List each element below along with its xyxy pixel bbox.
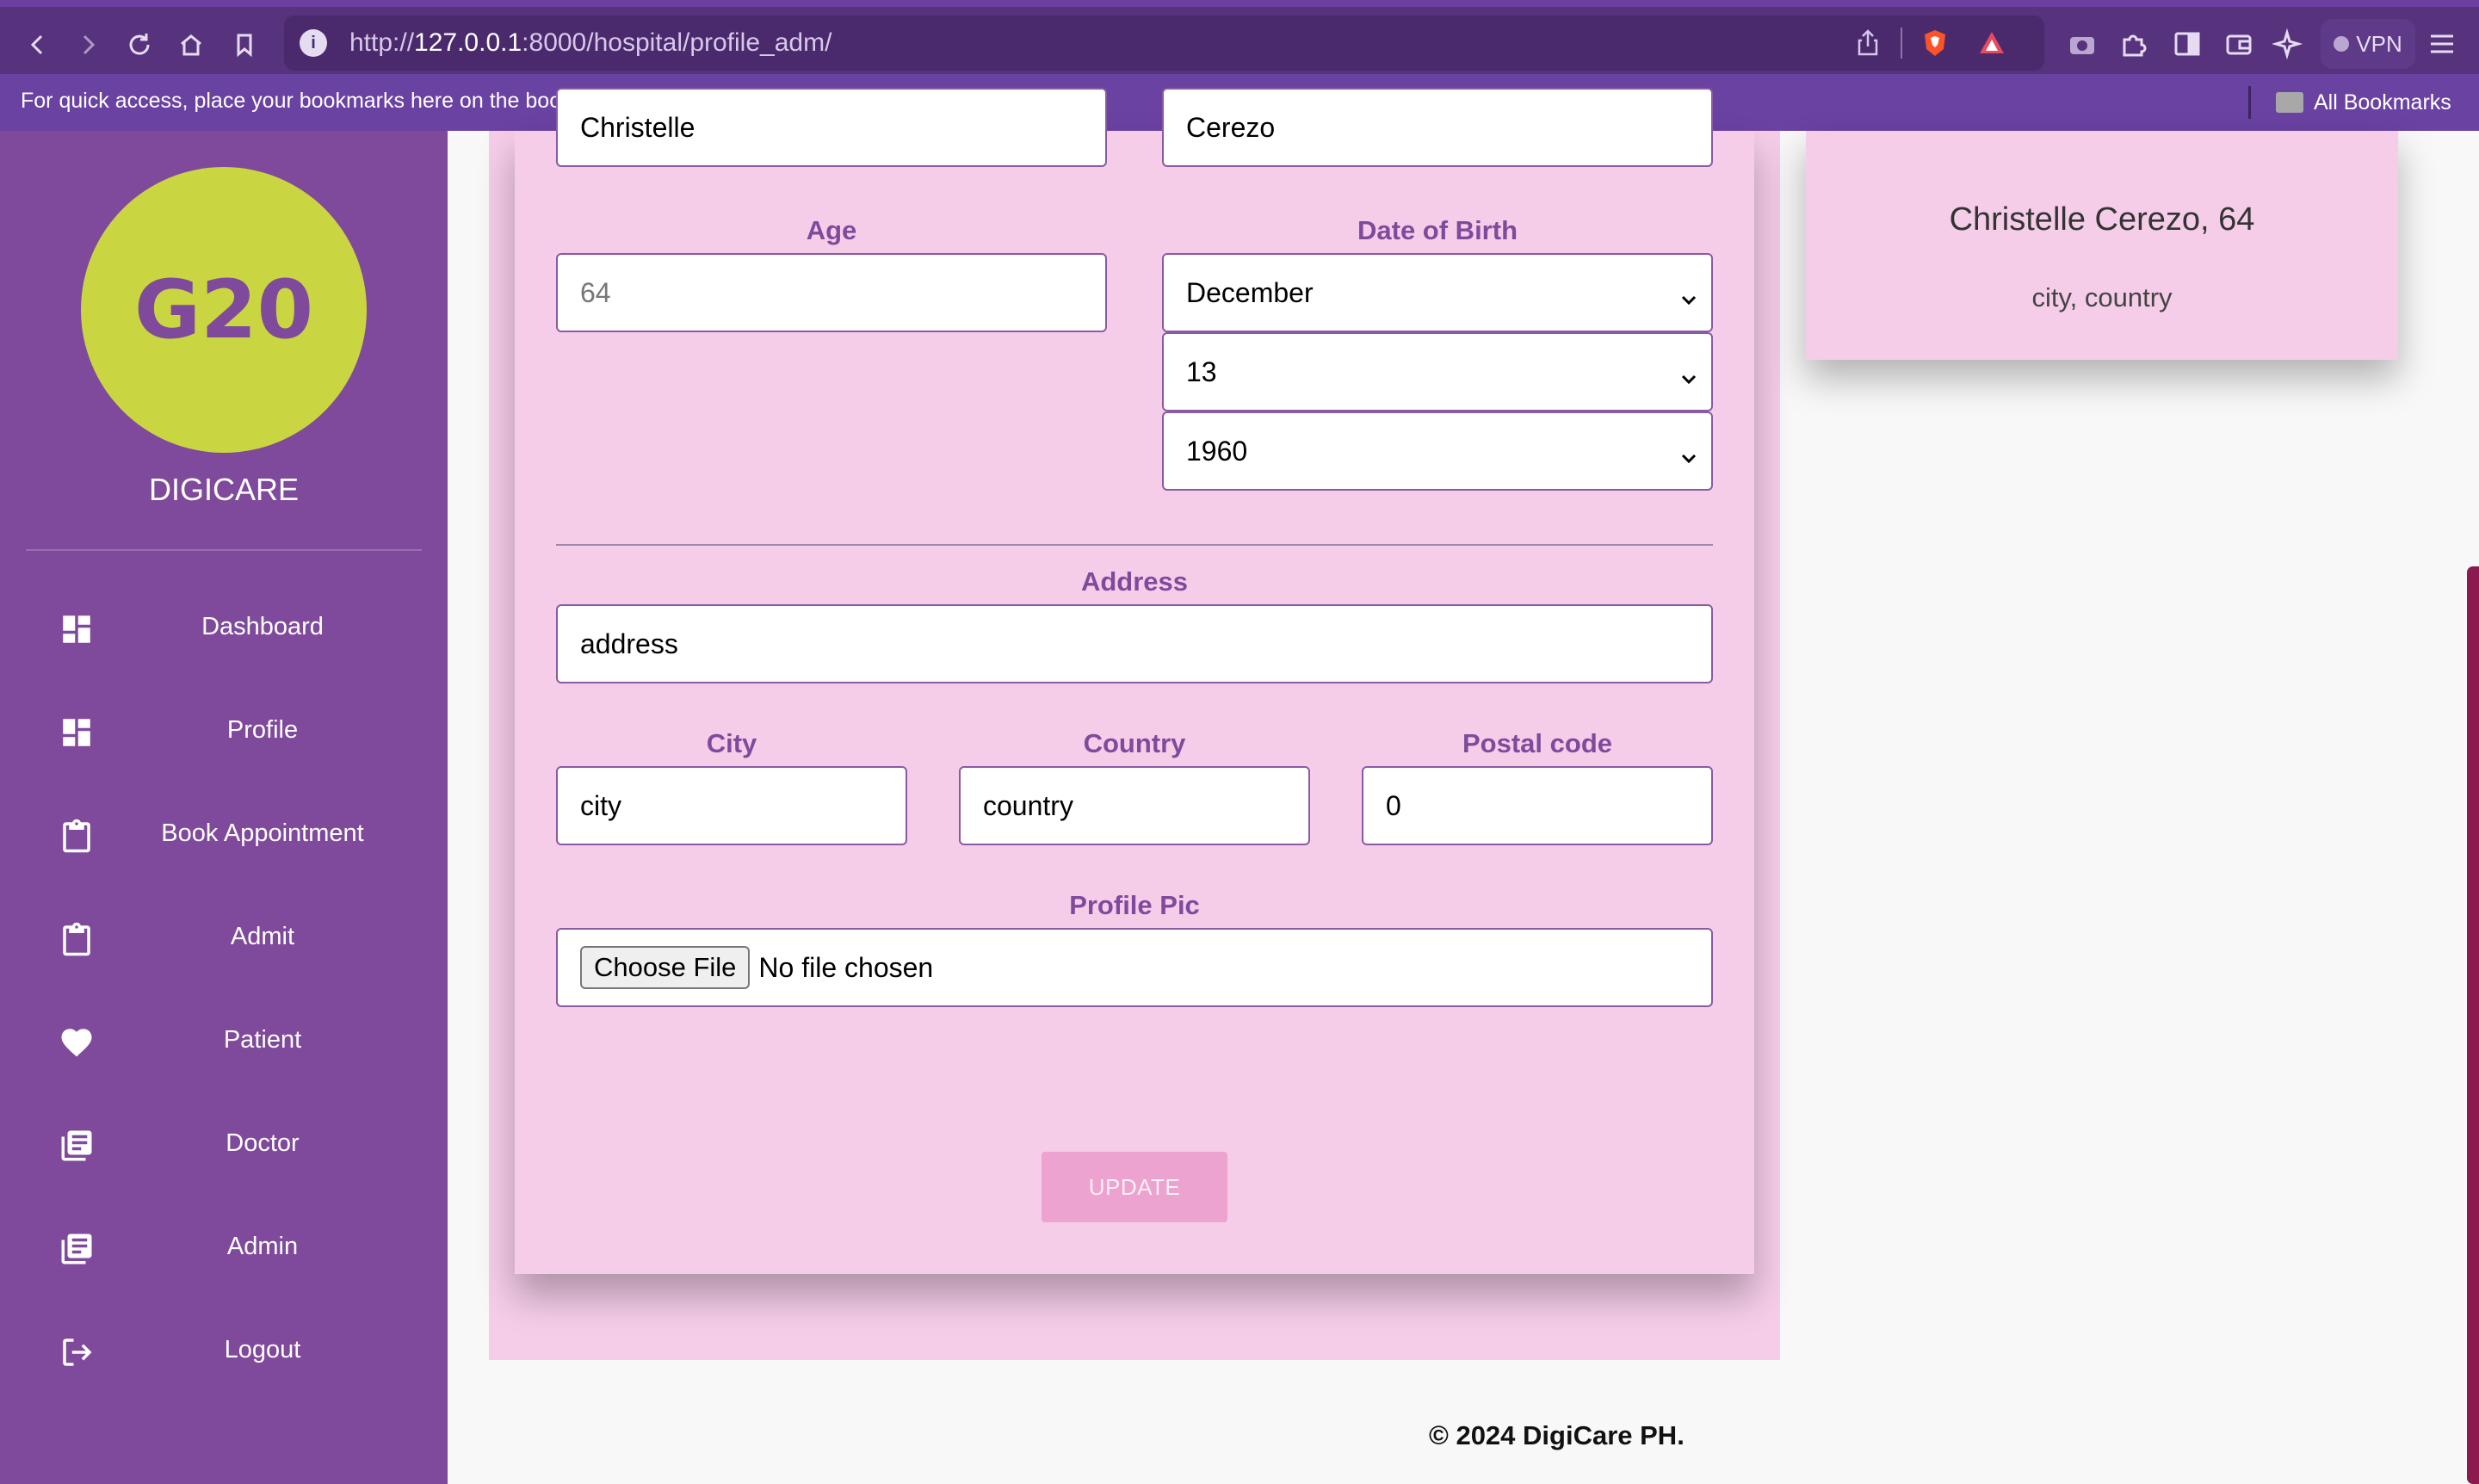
bookmarks-divider [2248,86,2251,119]
sidebar-item-label: Admin [226,1233,299,1260]
profile-pic-input[interactable]: Choose File No file chosen [556,928,1713,1007]
dashboard-icon [59,714,95,751]
sidebar-item-label: Admit [230,923,295,950]
address-value: address [580,628,678,659]
vpn-label: VPN [2356,30,2402,57]
age-value: 64 [580,276,611,308]
profile-pic-label: Profile Pic [1069,890,1200,920]
share-icon[interactable] [1852,28,1883,59]
clipboard-icon [59,921,95,957]
url-divider [1901,28,1902,59]
city-label: City [706,728,757,758]
url-text[interactable]: http://127.0.0.1:8000/hospital/profile_a… [349,28,831,58]
all-bookmarks-label: All Bookmarks [2314,90,2451,114]
profile-location: city, country [2031,282,2173,312]
postal-code-label: Postal code [1462,728,1612,758]
chevron-down-icon [1680,284,1697,306]
sidebar-item-logout[interactable]: Logout [0,1310,448,1393]
dashboard-icon [59,611,95,647]
back-icon[interactable] [19,26,57,64]
age-input[interactable]: 64 [556,253,1107,332]
sidebar-item-label: Profile [226,716,299,744]
sidebar-item-dashboard[interactable]: Dashboard [0,587,448,670]
screenshot-icon[interactable] [2066,28,2099,60]
home-icon[interactable] [172,26,210,64]
country-label: Country [1083,728,1186,758]
dob-label: Date of Birth [1357,215,1518,245]
choose-file-button[interactable]: Choose File [580,946,751,989]
vpn-status-icon [2334,36,2350,52]
bookmark-icon[interactable] [226,26,263,64]
clipboard-icon [59,818,95,854]
country-value: country [983,789,1073,821]
sidebar-item-book-appointment[interactable]: Book Appointment [0,794,448,876]
postal-code-input[interactable]: 0 [1362,766,1713,845]
no-file-text: No file chosen [758,951,934,983]
city-input[interactable]: city [556,766,907,845]
age-label: Age [806,215,857,245]
rewards-icon[interactable] [1976,28,2007,59]
sidebar-item-label: Patient [223,1026,302,1054]
address-input[interactable]: address [556,604,1713,683]
sidebar-item-patient[interactable]: Patient [0,1000,448,1083]
menu-icon[interactable] [2426,28,2458,60]
sidebar: G20 DIGICARE Dashboard Profile Book Appo… [0,131,448,1484]
address-label: Address [1080,566,1189,597]
dob-month-select[interactable]: December [1162,253,1713,332]
last-name-input[interactable]: Cerezo [1162,88,1713,167]
last-name-value: Cerezo [1186,111,1276,143]
vpn-button[interactable]: VPN [2321,19,2415,69]
sidebar-item-label: Book Appointment [161,819,364,847]
sidebar-item-label: Doctor [226,1129,300,1157]
update-button[interactable]: UPDATE [1042,1152,1227,1222]
forward-icon[interactable] [69,26,107,64]
postal-code-value: 0 [1386,789,1401,821]
dob-year-value: 1960 [1186,435,1248,467]
main-content: Christelle Cerezo Age 64 Date of Birth D… [448,88,2479,1484]
brave-shield-icon[interactable] [1920,28,1950,59]
logout-icon [59,1334,95,1370]
browser-toolbar: i http://127.0.0.1:8000/hospital/profile… [0,0,2479,74]
chevron-down-icon [1680,442,1697,464]
dob-year-select[interactable]: 1960 [1162,411,1713,491]
sidebar-toggle-icon[interactable] [2171,28,2204,60]
extensions-icon[interactable] [2117,28,2150,60]
list-icon [59,1128,95,1164]
first-name-value: Christelle [580,111,695,143]
sidebar-item-label: Logout [224,1336,301,1363]
sidebar-item-profile[interactable]: Profile [0,690,448,773]
folder-icon [2276,92,2303,113]
city-value: city [580,789,621,821]
sidebar-item-doctor[interactable]: Doctor [0,1104,448,1186]
dob-day-value: 13 [1186,356,1217,387]
profile-summary-card: Christelle Cerezo, 64 city, country [1806,131,2398,360]
section-divider [556,544,1713,546]
logo: G20 [81,167,367,453]
profile-name-age: Christelle Cerezo, 64 [1949,201,2255,238]
leo-ai-icon[interactable] [2271,28,2305,60]
sidebar-item-admin[interactable]: Admin [0,1207,448,1289]
sidebar-item-admit[interactable]: Admit [0,897,448,980]
reload-icon[interactable] [121,26,158,64]
sidebar-divider [26,549,422,551]
address-bar[interactable]: i http://127.0.0.1:8000/hospital/profile… [284,15,2044,71]
logo-text: G20 [134,263,313,357]
dob-month-value: December [1186,276,1314,308]
brand-name: DIGICARE [148,472,300,507]
all-bookmarks-button[interactable]: All Bookmarks [2276,86,2451,119]
country-input[interactable]: country [959,766,1310,845]
scrollbar[interactable] [2467,566,2479,1484]
site-info-icon[interactable]: i [300,29,327,57]
chevron-down-icon [1680,363,1697,385]
profile-form: Christelle Cerezo Age 64 Date of Birth D… [515,88,1754,1274]
sidebar-item-label: Dashboard [201,613,324,640]
heart-icon [59,1024,95,1060]
list-icon [59,1231,95,1267]
footer-text: © 2024 DigiCare PH. [1429,1420,1685,1450]
dob-day-select[interactable]: 13 [1162,332,1713,411]
wallet-icon[interactable] [2222,28,2255,60]
first-name-input[interactable]: Christelle [556,88,1107,167]
